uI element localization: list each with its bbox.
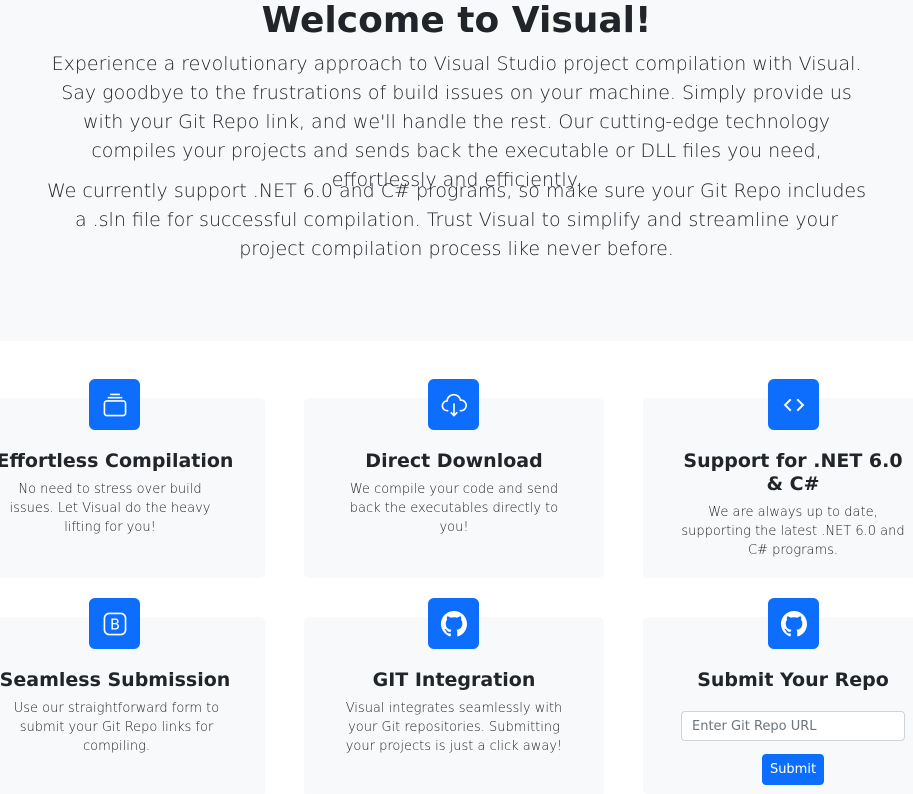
feature-title: GIT Integration: [372, 669, 536, 691]
feature-card-git-integration: GIT Integration Visual integrates seamle…: [304, 598, 604, 794]
git-repo-url-input[interactable]: [681, 711, 905, 741]
submit-button[interactable]: Submit: [762, 754, 824, 785]
features-section: Effortless Compilation No need to stress…: [0, 341, 913, 794]
github-icon: [428, 598, 479, 649]
feature-description: Visual integrates seamlessly with your G…: [345, 701, 563, 754]
submit-form-title: Submit Your Repo: [697, 669, 889, 691]
hero-section: Welcome to Visual! Experience a revoluti…: [0, 0, 913, 341]
feature-title: Effortless Compilation: [0, 450, 234, 472]
github-icon: [768, 598, 819, 649]
feature-card-seamless-submission: B Seamless Submission Use our straightfo…: [0, 598, 265, 794]
feature-description: Use our straightforward form to submit y…: [13, 701, 220, 754]
code-icon: [768, 379, 819, 430]
feature-title: Support for .NET 6.0 & C#: [683, 450, 903, 495]
collection-icon: [89, 379, 140, 430]
bootstrap-icon: B: [89, 598, 140, 649]
feature-title: Seamless Submission: [0, 669, 231, 691]
feature-description: We are always up to date, supporting the…: [681, 505, 905, 558]
hero-intro-paragraph: Experience a revolutionary approach to V…: [51, 53, 862, 191]
hero-support-paragraph: We currently support .NET 6.0 and C# pro…: [46, 180, 866, 260]
feature-card-direct-download: Direct Download We compile your code and…: [304, 379, 604, 578]
submit-repo-card: Submit Your Repo Submit: [643, 598, 913, 794]
feature-title: Direct Download: [365, 450, 543, 472]
feature-description: We compile your code and send back the e…: [349, 482, 559, 535]
feature-description: No need to stress over build issues. Let…: [9, 482, 211, 535]
page-title: Welcome to Visual!: [261, 0, 652, 41]
feature-card-dotnet-support: Support for .NET 6.0 & C# We are always …: [643, 379, 913, 578]
svg-text:B: B: [109, 616, 119, 633]
feature-card-effortless-compilation: Effortless Compilation No need to stress…: [0, 379, 265, 578]
cloud-download-icon: [428, 379, 479, 430]
